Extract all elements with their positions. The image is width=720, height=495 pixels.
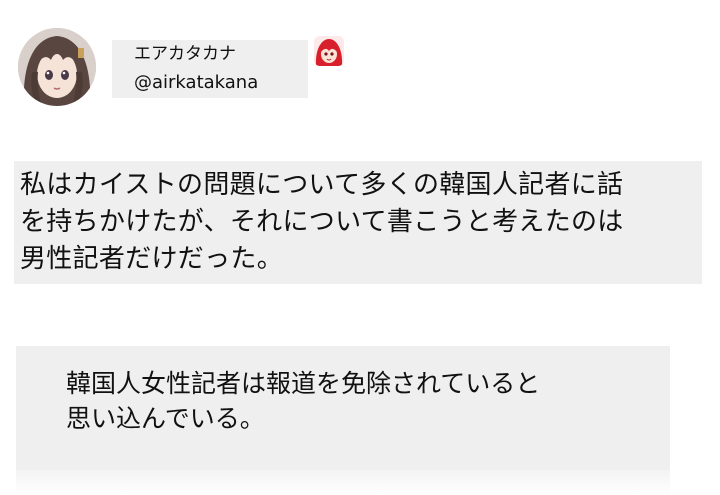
tweet-body: 私はカイストの問題について多くの韓国人記者に話 を持ちかけたが、それについて書こ… — [14, 161, 702, 284]
red-haired-anime-emoji-icon — [314, 36, 344, 66]
tweet-text: 私はカイストの問題について多くの韓国人記者に話 を持ちかけたが、それについて書こ… — [20, 167, 700, 278]
quote-line: 韓国人女性記者は報道を免除されていると — [66, 369, 541, 398]
quoted-text-block: 韓国人女性記者は報道を免除されていると 思い込んでいる。 — [16, 346, 670, 470]
quote-line: 思い込んでいる。 — [66, 404, 265, 433]
quote-box-shadow — [16, 470, 670, 495]
anime-girl-avatar-icon — [18, 28, 96, 106]
profile-badge — [314, 36, 344, 66]
tweet-line: を持ちかけたが、それについて書こうと考えたのは — [20, 207, 624, 237]
quote-text: 韓国人女性記者は報道を免除されていると 思い込んでいる。 — [66, 366, 646, 436]
display-name[interactable]: エアカタカナ — [134, 43, 236, 65]
user-avatar[interactable] — [18, 28, 96, 106]
tweet-line: 男性記者だけだった。 — [20, 244, 284, 274]
user-handle[interactable]: @airkatakana — [134, 71, 258, 95]
user-name-block[interactable]: エアカタカナ @airkatakana — [112, 40, 308, 98]
tweet-line: 私はカイストの問題について多くの韓国人記者に話 — [20, 170, 624, 200]
